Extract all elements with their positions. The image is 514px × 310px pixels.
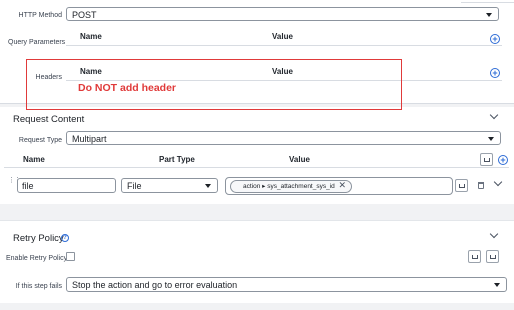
caret-down-icon <box>494 283 500 287</box>
part-type-select[interactable]: File <box>121 178 218 193</box>
part-name-header: Name <box>23 155 45 164</box>
request-type-select[interactable]: Multipart <box>66 131 501 145</box>
chevron-down-icon[interactable] <box>489 110 499 120</box>
request-content-title: Request Content <box>13 114 85 125</box>
query-name-header: Name <box>80 32 102 41</box>
fail-action-select[interactable]: Stop the action and go to error evaluati… <box>66 277 507 292</box>
request-type-value: Multipart <box>72 134 107 144</box>
http-method-label: HTTP Method <box>18 12 62 19</box>
data-pill-picker-icon[interactable] <box>486 250 499 263</box>
http-method-value: POST <box>72 10 97 20</box>
add-header-icon[interactable]: + <box>490 68 500 78</box>
request-type-label: Request Type <box>18 137 62 144</box>
data-pill[interactable]: action ▸ sys_attachment_sys_id ✕ <box>230 180 352 193</box>
trash-icon[interactable] <box>478 182 484 189</box>
drag-handle-icon[interactable]: ⋮⋮ <box>8 177 21 187</box>
query-value-header: Value <box>272 32 293 41</box>
fail-action-label: If this step fails <box>15 283 62 290</box>
query-parameters-label: Query Parameters <box>8 39 66 46</box>
part-value-field[interactable]: action ▸ sys_attachment_sys_id ✕ <box>225 177 453 195</box>
enable-retry-label: Enable Retry Policy <box>6 255 68 262</box>
fail-action-value: Stop the action and go to error evaluati… <box>72 280 238 290</box>
retry-policy-title: Retry Policy <box>13 233 64 244</box>
data-pill-label: action ▸ sys_attachment_sys_id <box>243 183 335 190</box>
data-pill-picker-icon[interactable] <box>455 179 468 192</box>
part-type-value: File <box>127 181 142 191</box>
part-value-header: Value <box>289 155 310 164</box>
chevron-down-icon[interactable] <box>493 177 503 187</box>
part-name-value: file <box>22 181 34 191</box>
caret-down-icon <box>205 184 211 188</box>
enable-retry-checkbox[interactable] <box>66 252 75 261</box>
retry-policy-section: Retry Policy ? Enable Retry Policy If th… <box>0 220 514 303</box>
clear-icon[interactable]: ✕ <box>338 180 346 191</box>
caret-down-icon <box>488 137 494 141</box>
caret-down-icon <box>486 13 492 17</box>
part-name-input[interactable]: file <box>17 178 116 193</box>
query-divider <box>66 45 502 46</box>
part-type-header: Part Type <box>159 155 195 164</box>
data-pill-picker-icon[interactable] <box>468 250 481 263</box>
help-icon[interactable]: ? <box>61 234 69 242</box>
add-query-parameter-icon[interactable]: + <box>490 34 500 44</box>
annotation-text: Do NOT add header <box>78 82 177 94</box>
data-pill-picker-icon[interactable] <box>480 153 493 166</box>
parts-header-divider <box>4 167 509 168</box>
top-scroll-edge <box>461 0 514 3</box>
table-row: ⋮⋮ file File action ▸ sys_attachment_sys… <box>0 170 514 204</box>
add-part-icon[interactable]: + <box>498 155 508 165</box>
chevron-down-icon[interactable] <box>489 229 499 239</box>
http-method-select[interactable]: POST <box>66 7 499 21</box>
